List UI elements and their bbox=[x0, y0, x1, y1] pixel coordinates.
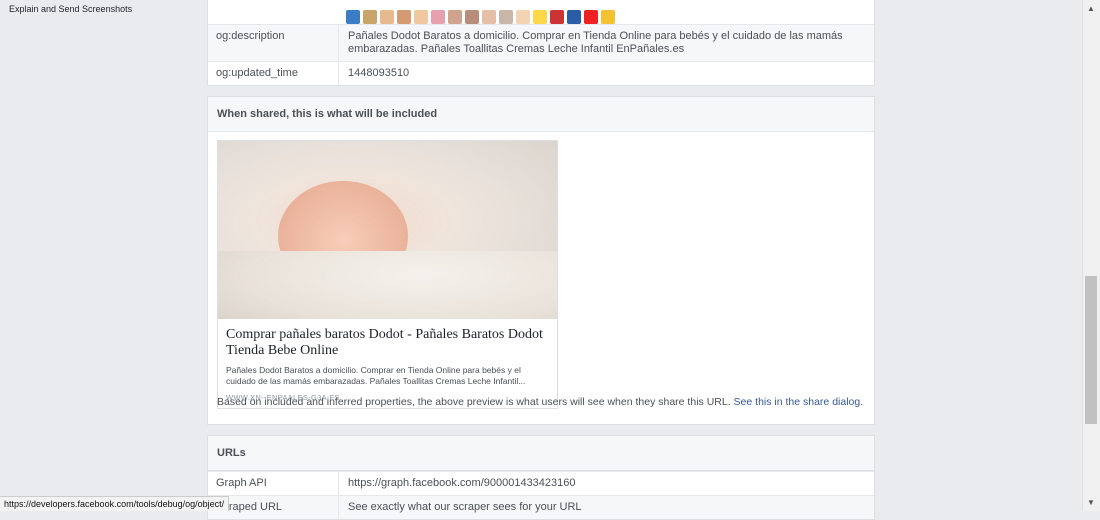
scraper-link[interactable]: See exactly what our scraper sees for yo… bbox=[339, 496, 874, 519]
og-image-thumb bbox=[448, 10, 462, 24]
og-image-thumb bbox=[516, 10, 530, 24]
url-row-graph-api: Graph API https://graph.facebook.com/900… bbox=[208, 471, 874, 495]
og-image-thumb bbox=[465, 10, 479, 24]
og-image-thumb bbox=[380, 10, 394, 24]
og-image-thumb bbox=[397, 10, 411, 24]
og-image-thumb bbox=[533, 10, 547, 24]
prop-value: 1448093510 bbox=[348, 67, 410, 79]
status-bar-url: https://developers.facebook.com/tools/de… bbox=[0, 496, 230, 511]
prop-key: og:updated_time bbox=[208, 62, 339, 85]
og-image-thumb bbox=[550, 10, 564, 24]
prop-key: og:description bbox=[208, 25, 339, 61]
scroll-up-icon[interactable]: ▲ bbox=[1087, 4, 1095, 13]
preview-title: Comprar pañales baratos Dodot - Pañales … bbox=[226, 327, 543, 358]
prop-row-og-updated-time: og:updated_time 1448093510 bbox=[208, 61, 874, 85]
og-image-thumb bbox=[499, 10, 513, 24]
urls-panel: Graph API https://graph.facebook.com/900… bbox=[207, 471, 875, 520]
vertical-scrollbar[interactable]: ▲ ▼ bbox=[1082, 0, 1100, 511]
og-image-thumb bbox=[414, 10, 428, 24]
share-note-text: Based on included and inferred propertie… bbox=[217, 396, 731, 408]
debugger-content: og:description Pañales Dodot Baratos a d… bbox=[207, 0, 875, 520]
og-image-thumb bbox=[601, 10, 615, 24]
og-image-thumb bbox=[431, 10, 445, 24]
preview-image bbox=[218, 141, 557, 319]
og-image-thumb bbox=[584, 10, 598, 24]
share-preview-card[interactable]: Comprar pañales baratos Dodot - Pañales … bbox=[217, 140, 558, 409]
scroll-down-icon[interactable]: ▼ bbox=[1087, 498, 1095, 507]
explain-screenshots-link[interactable]: Explain and Send Screenshots bbox=[9, 4, 132, 14]
url-key: Graph API bbox=[208, 472, 339, 495]
scroll-thumb[interactable] bbox=[1085, 276, 1097, 424]
share-preview-panel: Comprar pañales baratos Dodot - Pañales … bbox=[207, 132, 875, 425]
properties-panel: og:description Pañales Dodot Baratos a d… bbox=[207, 0, 875, 86]
url-row-scraped-url: Scraped URL See exactly what our scraper… bbox=[208, 495, 874, 519]
share-dialog-link[interactable]: See this in the share dialog. bbox=[734, 396, 864, 408]
share-preview-heading: When shared, this is what will be includ… bbox=[207, 96, 875, 132]
og-image-thumb bbox=[482, 10, 496, 24]
towel-shape bbox=[218, 251, 557, 319]
og-image-thumb bbox=[567, 10, 581, 24]
prop-value: Pañales Dodot Baratos a domicilio. Compr… bbox=[348, 30, 843, 55]
og-image-thumb bbox=[346, 10, 360, 24]
og-image-thumb bbox=[363, 10, 377, 24]
graph-api-link[interactable]: https://graph.facebook.com/9000014334231… bbox=[339, 472, 874, 495]
og-image-strip bbox=[208, 0, 874, 24]
preview-text: Comprar pañales baratos Dodot - Pañales … bbox=[218, 319, 557, 408]
urls-heading: URLs bbox=[207, 435, 875, 471]
share-note: Based on included and inferred propertie… bbox=[217, 396, 863, 408]
preview-description: Pañales Dodot Baratos a domicilio. Compr… bbox=[226, 365, 526, 386]
prop-row-og-description: og:description Pañales Dodot Baratos a d… bbox=[208, 24, 874, 61]
